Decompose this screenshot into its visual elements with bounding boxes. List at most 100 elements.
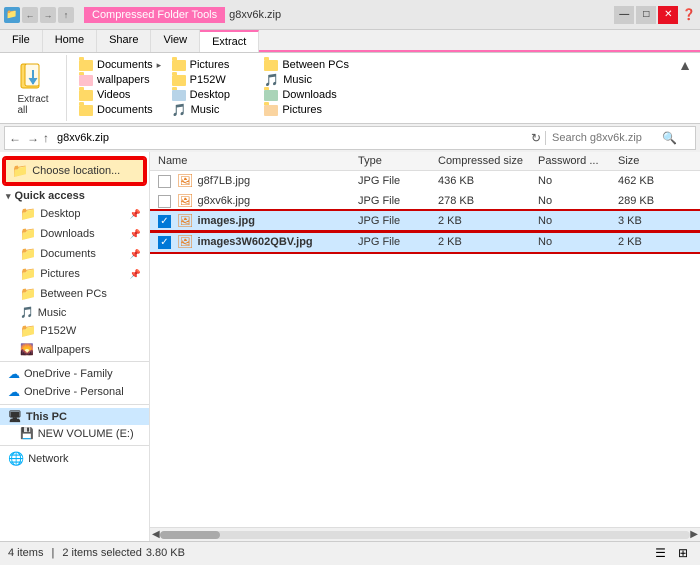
main-area: 📁 Choose location... ▾ Quick access 📁 De… <box>0 152 700 541</box>
sidebar-pictures-label: Pictures <box>40 268 80 280</box>
col-password[interactable]: Password ... <box>538 155 618 167</box>
loc-music[interactable]: 🎵 Music <box>260 72 353 88</box>
horizontal-scrollbar[interactable]: ◀ ▶ <box>150 527 700 541</box>
quick-access-icon2[interactable]: → <box>40 7 56 23</box>
loc-documents[interactable]: Documents ▸ <box>75 58 168 72</box>
table-row[interactable]: 🖼 g8f7LB.jpg JPG File 436 KB No 462 KB <box>150 171 700 191</box>
sidebar-network-label: Network <box>28 453 68 465</box>
loc-pictures[interactable]: Pictures <box>168 58 261 72</box>
file-password-cell: No <box>538 175 618 187</box>
sidebar-item-between-pcs[interactable]: 📁 Between PCs <box>0 284 149 304</box>
tab-share[interactable]: Share <box>97 30 151 52</box>
loc-documents2[interactable]: Documents <box>75 102 168 118</box>
loc-wallpapers[interactable]: wallpapers <box>75 72 168 88</box>
loc-desktop[interactable]: Desktop <box>168 88 261 102</box>
maximize-button[interactable]: □ <box>636 6 656 24</box>
row-checkbox[interactable] <box>158 195 171 208</box>
sidebar-item-onedrive-family[interactable]: ☁ OneDrive - Family <box>0 365 149 383</box>
extract-all-button[interactable]: Extractall <box>8 55 58 121</box>
quick-access-icon1[interactable]: ← <box>22 7 38 23</box>
sidebar-p152w-label: P152W <box>40 325 76 337</box>
sidebar-desktop-label: Desktop <box>40 208 80 220</box>
col-name[interactable]: Name <box>158 155 358 167</box>
nav-back-icon[interactable]: ← <box>5 131 25 145</box>
quick-access-icon3[interactable]: ↑ <box>58 7 74 23</box>
sidebar-this-pc-label: This PC <box>26 411 67 423</box>
sidebar-item-new-volume[interactable]: 💾 NEW VOLUME (E:) <box>0 425 149 442</box>
minimize-button[interactable]: — <box>614 6 634 24</box>
tab-file[interactable]: File <box>0 30 43 52</box>
table-row[interactable]: ✓ 🖼 images.jpg JPG File 2 KB No 3 KB <box>150 211 700 231</box>
sidebar-item-this-pc[interactable]: 🖥 This PC <box>0 408 149 425</box>
loc-pictures2[interactable]: Pictures <box>260 102 353 118</box>
pin-icon: 📌 <box>130 269 141 280</box>
folder-icon <box>172 75 186 86</box>
file-compressed-cell: 278 KB <box>438 195 538 207</box>
row-checkbox[interactable]: ✓ <box>158 215 171 228</box>
row-checkbox[interactable] <box>158 175 171 188</box>
scroll-left-icon[interactable]: ◀ <box>152 529 160 540</box>
sidebar-wallpapers-label: wallpapers <box>38 344 91 356</box>
folder-icon: 📁 <box>20 323 36 339</box>
quick-access-header[interactable]: ▾ Quick access <box>0 188 149 204</box>
sidebar-documents-label: Documents <box>40 248 96 260</box>
sidebar-item-pictures[interactable]: 📁 Pictures 📌 <box>0 264 149 284</box>
compressed-tools-label: Compressed Folder Tools <box>84 7 225 23</box>
scroll-thumb[interactable] <box>160 531 220 539</box>
pin-icon: 📌 <box>130 209 141 220</box>
sidebar-item-onedrive-personal[interactable]: ☁ OneDrive - Personal <box>0 383 149 401</box>
sidebar-item-p152w[interactable]: 📁 P152W <box>0 321 149 341</box>
nav-up-icon[interactable]: ↑ <box>41 131 51 145</box>
col-compressed[interactable]: Compressed size <box>438 155 538 167</box>
sidebar-item-music[interactable]: 🎵 Music <box>0 304 149 321</box>
details-view-button[interactable]: ☰ <box>651 544 670 562</box>
search-input[interactable] <box>552 132 662 144</box>
table-row[interactable]: ✓ 🖼 images3W602QBV.jpg JPG File 2 KB No … <box>150 232 700 252</box>
col-type[interactable]: Type <box>358 155 438 167</box>
table-row[interactable]: 🖼 g8xv6k.jpg JPG File 278 KB No 289 KB <box>150 191 700 211</box>
folder-icon <box>79 105 93 116</box>
ribbon-collapse-button[interactable]: ▲ <box>678 57 692 73</box>
file-list: 🖼 g8f7LB.jpg JPG File 436 KB No 462 KB 🖼… <box>150 171 700 527</box>
sidebar-item-wallpapers[interactable]: 🌄 wallpapers <box>0 341 149 358</box>
file-password-cell: No <box>538 215 618 227</box>
loc-p152w[interactable]: P152W <box>168 72 261 88</box>
folder-icon <box>79 75 93 86</box>
folder-icon <box>264 60 278 71</box>
file-type-cell: JPG File <box>358 236 438 248</box>
help-icon[interactable]: ❓ <box>682 8 696 21</box>
tiles-view-button[interactable]: ⊞ <box>674 544 692 562</box>
sidebar-item-network[interactable]: 🌐 Network <box>0 449 149 469</box>
locations-grid: Documents ▸ Pictures Between PCs wallpap… <box>75 58 353 118</box>
tab-view[interactable]: View <box>151 30 200 52</box>
nav-forward-icon[interactable]: → <box>25 131 41 145</box>
sidebar-onedrive-family-label: OneDrive - Family <box>24 368 113 380</box>
folder-icon: 📁 <box>20 226 36 242</box>
sidebar-item-documents[interactable]: 📁 Documents 📌 <box>0 244 149 264</box>
file-name: images3W602QBV.jpg <box>198 236 313 248</box>
file-name: g8xv6k.jpg <box>198 195 251 207</box>
sidebar-item-desktop[interactable]: 📁 Desktop 📌 <box>0 204 149 224</box>
search-icon[interactable]: 🔍 <box>662 131 677 145</box>
address-path[interactable]: g8xv6k.zip <box>51 132 527 144</box>
jpg-icon: 🖼 <box>177 193 194 209</box>
close-button[interactable]: ✕ <box>658 6 678 24</box>
tab-extract[interactable]: Extract <box>200 30 259 52</box>
app-icon: 📁 <box>4 7 20 23</box>
sidebar-item-downloads[interactable]: 📁 Downloads 📌 <box>0 224 149 244</box>
loc-videos[interactable]: Videos <box>75 88 168 102</box>
tab-home[interactable]: Home <box>43 30 97 52</box>
choose-location-button[interactable]: 📁 Choose location... <box>4 158 145 184</box>
file-password-cell: No <box>538 195 618 207</box>
scroll-track[interactable] <box>160 531 691 539</box>
refresh-icon[interactable]: ↻ <box>527 131 545 145</box>
loc-music2[interactable]: 🎵 Music <box>168 102 261 118</box>
scroll-right-icon[interactable]: ▶ <box>690 529 698 540</box>
loc-between-pcs[interactable]: Between PCs <box>260 58 353 72</box>
col-size[interactable]: Size <box>618 155 678 167</box>
quick-access-label: Quick access <box>15 190 85 202</box>
file-name-cell: ✓ 🖼 images.jpg <box>158 213 358 229</box>
loc-downloads[interactable]: Downloads <box>260 88 353 102</box>
file-compressed-cell: 436 KB <box>438 175 538 187</box>
row-checkbox[interactable]: ✓ <box>158 236 171 249</box>
